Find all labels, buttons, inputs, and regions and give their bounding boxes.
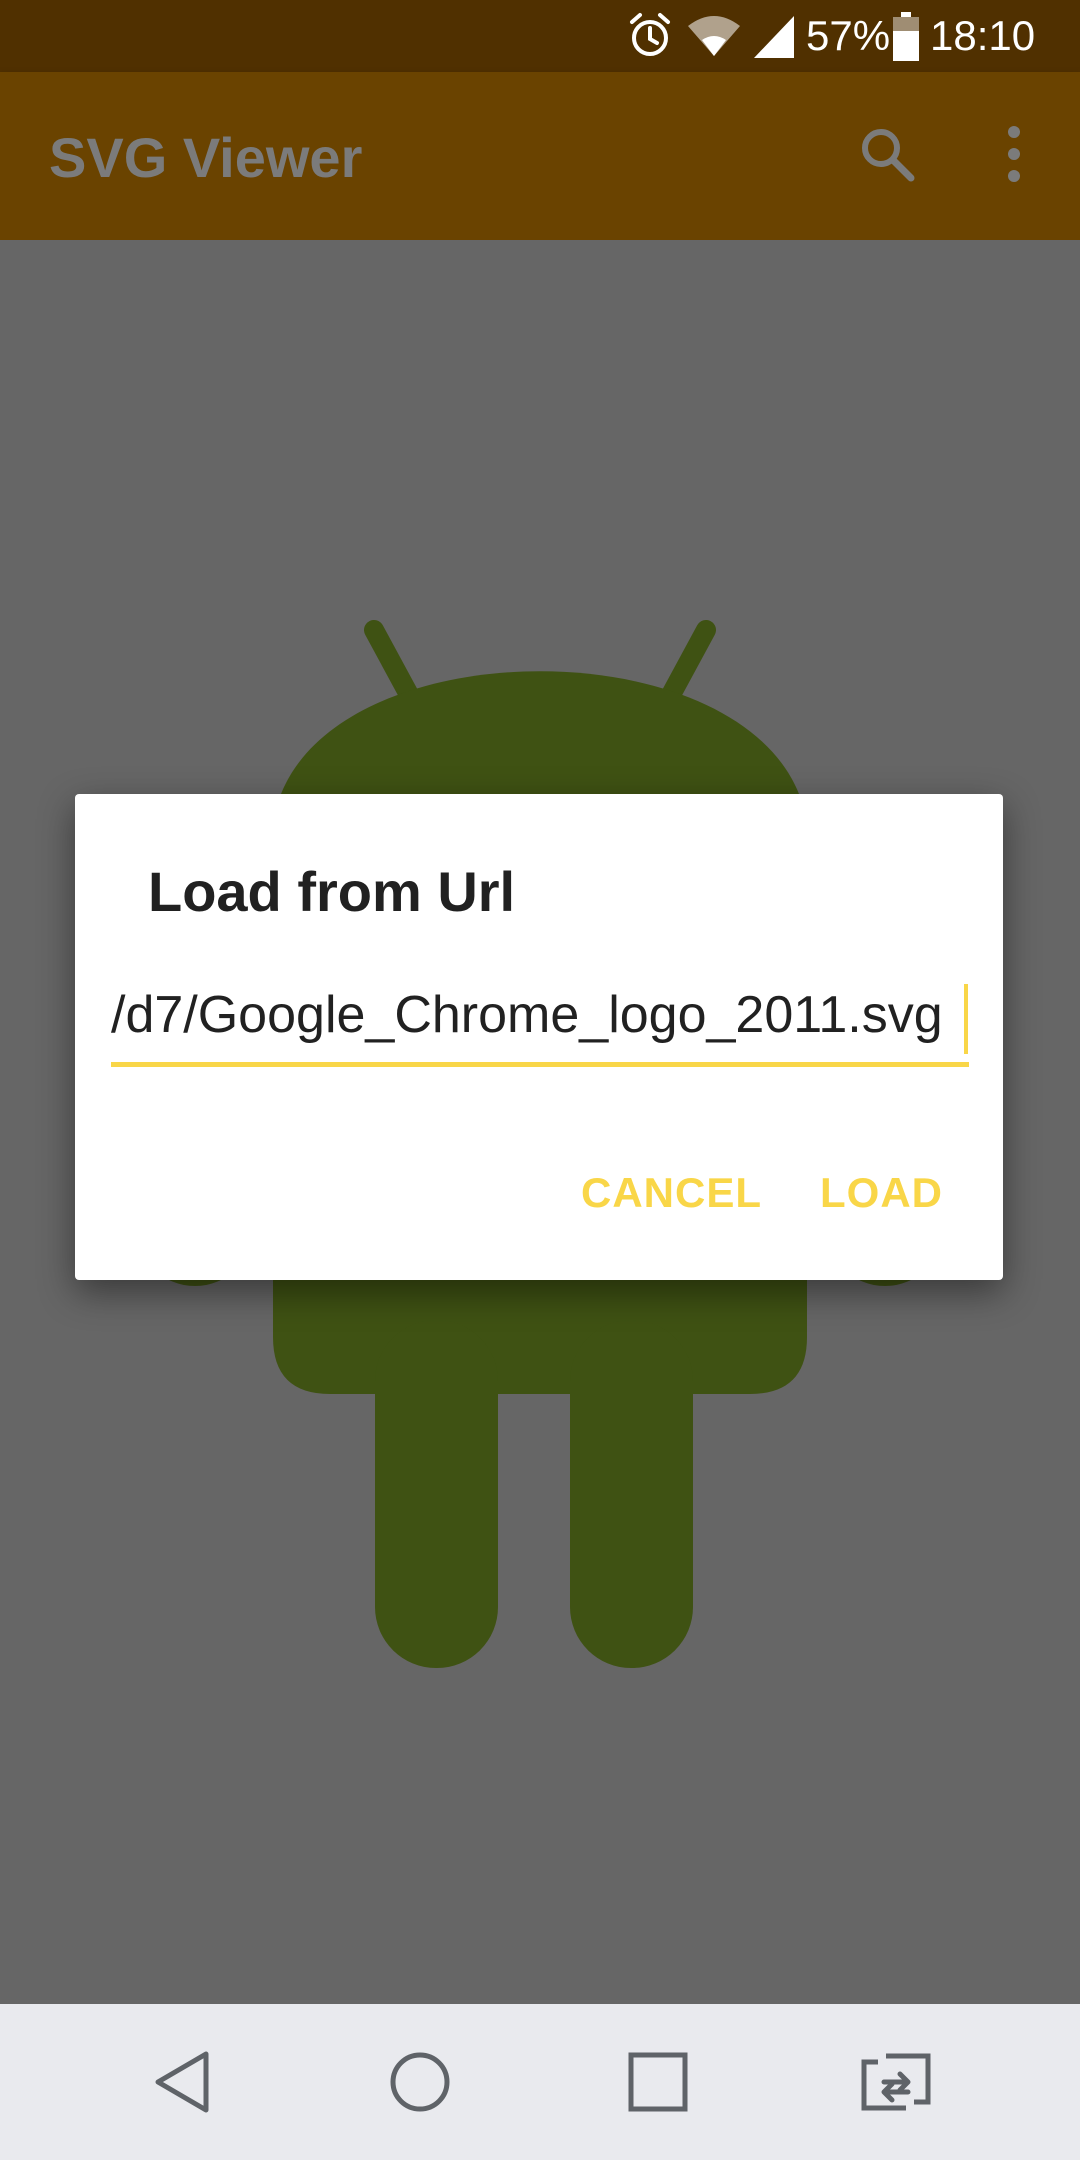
load-url-dialog: Load from Url /d7/Google_Chrome_logo_201…: [75, 794, 1003, 1280]
signal-icon: [752, 12, 796, 65]
back-icon[interactable]: [150, 2032, 214, 2137]
search-icon[interactable]: [857, 124, 917, 189]
dialog-title: Load from Url: [148, 860, 516, 923]
app-bar: SVG Viewer: [0, 72, 1080, 240]
battery-percent: 57%: [806, 12, 891, 59]
url-input-underline: [111, 1062, 969, 1067]
recents-icon[interactable]: [626, 2032, 690, 2137]
clock: 18:10: [930, 12, 1036, 59]
app-title: SVG Viewer: [49, 126, 363, 189]
load-button[interactable]: LOAD: [820, 1168, 943, 1218]
url-input[interactable]: /d7/Google_Chrome_logo_2011.svg: [111, 982, 969, 1060]
text-cursor: [964, 984, 968, 1054]
wifi-icon: [686, 12, 742, 65]
switch-app-icon[interactable]: [858, 2032, 934, 2137]
url-input-value: /d7/Google_Chrome_logo_2011.svg: [111, 986, 943, 1044]
more-vert-icon[interactable]: [1000, 124, 1028, 189]
cancel-button[interactable]: CANCEL: [581, 1168, 762, 1218]
battery-icon: [892, 12, 920, 67]
status-bar: 57% 18:10: [0, 0, 1080, 72]
navigation-bar: [0, 2004, 1080, 2160]
home-icon[interactable]: [388, 2032, 452, 2137]
alarm-icon: [626, 12, 674, 65]
